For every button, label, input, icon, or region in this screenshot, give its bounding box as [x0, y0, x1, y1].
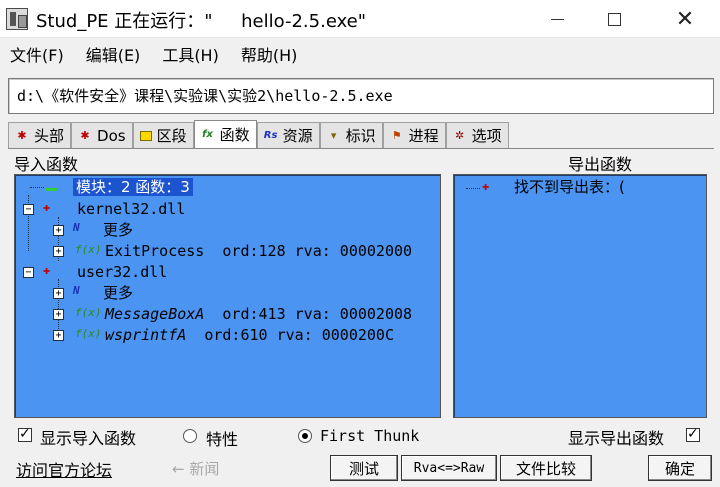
minimize-button[interactable]	[534, 0, 580, 38]
module-icon: ✚	[482, 179, 490, 193]
red-star-icon: ✱	[80, 128, 90, 142]
function-icon: f(x)	[75, 327, 102, 340]
title-bar: Stud_PE 正在运行：" hello-2.5.exe" ✕	[0, 0, 720, 38]
tab-divider	[8, 148, 714, 149]
options-row: 显示导入函数 特性 First Thunk 显示导出函数	[0, 424, 720, 449]
traits-radio[interactable]	[183, 429, 197, 443]
function-row[interactable]: MessageBoxA ord:413 rva: 00002008	[105, 304, 412, 324]
gear-icon: ✲	[455, 128, 465, 142]
tab-process[interactable]: ⚑ 进程	[382, 122, 446, 148]
pin-icon: ▾	[330, 128, 337, 142]
close-button[interactable]: ✕	[662, 0, 708, 38]
maximize-button[interactable]	[591, 0, 637, 38]
function-row[interactable]: wsprintfA ord:610 rva: 0000200C	[105, 325, 394, 345]
file-path-field[interactable]: d:\《软件安全》课程\实验课\实验2\hello-2.5.exe	[8, 78, 714, 114]
menu-bar: 文件(F) 编辑(E) 工具(H) 帮助(H)	[0, 38, 720, 70]
tree-line	[30, 187, 44, 188]
rva-raw-button[interactable]: Rva<=>Raw	[401, 455, 497, 481]
first-thunk-radio[interactable]	[298, 429, 312, 443]
tab-label: 区段	[156, 127, 187, 145]
export-item[interactable]: 找不到导出表：(	[514, 177, 625, 197]
minimize-icon	[550, 18, 564, 20]
tab-label: 进程	[408, 127, 439, 145]
tree-root-node[interactable]: ▬▬ 模块：2 函数：3	[45, 177, 193, 197]
function-rva: rva: 00002008	[294, 305, 413, 323]
maximize-icon	[607, 12, 621, 26]
tab-resources[interactable]: Rs 资源	[256, 122, 320, 148]
modules-icon: ▬▬	[45, 184, 58, 195]
traits-label: 特性	[206, 430, 239, 449]
more-icon: N	[73, 284, 80, 297]
tab-signature[interactable]: ▾ 标识	[319, 122, 383, 148]
function-ord: ord:413	[222, 305, 286, 323]
close-icon: ✕	[675, 6, 695, 32]
menu-edit[interactable]: 编辑(E)	[86, 42, 141, 66]
module-icon: ✚	[43, 200, 51, 214]
show-imports-checkbox[interactable]	[18, 426, 32, 442]
fx-icon: fx	[202, 128, 213, 140]
expand-toggle[interactable]: +	[53, 330, 64, 341]
function-rva: rva: 00002000	[294, 242, 413, 260]
function-ord: ord:128	[222, 242, 286, 260]
export-tree[interactable]: ✚ 找不到导出表：(	[453, 174, 707, 418]
show-exports-label: 显示导出函数	[568, 429, 665, 448]
root-label: 模块：2 函数：3	[73, 178, 193, 196]
import-tree[interactable]: ▬▬ 模块：2 函数：3 − ✚ kernel32.dll + N 更多 + f(…	[14, 174, 441, 418]
tab-label: 资源	[282, 127, 313, 145]
tab-header[interactable]: ✱ 头部	[8, 122, 72, 148]
function-ord: ord:610	[204, 326, 268, 344]
tab-label: 函数	[219, 126, 250, 144]
window-title: Stud_PE 正在运行：" hello-2.5.exe"	[36, 11, 367, 32]
module-icon: ✚	[43, 263, 51, 277]
function-icon: f(x)	[75, 306, 102, 319]
function-name: MessageBoxA	[105, 305, 205, 323]
function-name: ExitProcess	[105, 242, 205, 260]
module-kernel32[interactable]: kernel32.dll	[77, 199, 185, 219]
tab-functions[interactable]: fx 函数	[193, 120, 257, 148]
expand-toggle[interactable]: +	[53, 225, 64, 236]
flag-icon: ⚑	[391, 128, 402, 142]
expand-toggle[interactable]: +	[53, 288, 64, 299]
show-exports-checkbox[interactable]	[686, 426, 700, 442]
collapse-toggle[interactable]: −	[23, 204, 34, 215]
folder-icon	[139, 130, 152, 141]
tab-dos[interactable]: ✱ Dos	[71, 122, 133, 148]
menu-tools[interactable]: 工具(H)	[162, 42, 219, 66]
more-item[interactable]: 更多	[103, 283, 133, 303]
file-compare-button[interactable]: 文件比较	[500, 455, 592, 481]
module-user32[interactable]: user32.dll	[77, 262, 167, 282]
more-icon: N	[73, 221, 80, 234]
expand-toggle[interactable]: +	[53, 246, 64, 257]
tab-label: 标识	[345, 127, 376, 145]
rs-icon: Rs	[263, 129, 278, 141]
menu-help[interactable]: 帮助(H)	[241, 42, 298, 66]
ok-button[interactable]: 确定	[648, 455, 712, 481]
show-imports-label: 显示导入函数	[40, 429, 137, 448]
tab-sections[interactable]: 区段	[132, 122, 194, 148]
tab-strip: ✱ 头部 ✱ Dos 区段 fx 函数 Rs 资源 ▾ 标识 ⚑ 进程 ✲ 选项	[8, 120, 638, 148]
tab-label: Dos	[97, 126, 126, 145]
more-item[interactable]: 更多	[103, 220, 133, 240]
test-button[interactable]: 测试	[330, 455, 398, 481]
tab-options[interactable]: ✲ 选项	[445, 122, 509, 148]
bottom-bar: 访问官方论坛 ← 新闻 测试 Rva<=>Raw 文件比较 确定	[0, 452, 720, 487]
red-star-icon: ✱	[17, 128, 27, 142]
function-name: wsprintfA	[105, 326, 187, 344]
menu-file[interactable]: 文件(F)	[10, 42, 64, 66]
app-icon	[6, 8, 28, 30]
expand-toggle[interactable]: +	[53, 309, 64, 320]
forum-link[interactable]: 访问官方论坛	[16, 457, 112, 481]
tree-line	[466, 188, 480, 189]
function-icon: f(x)	[75, 243, 102, 256]
export-functions-label: 导出函数	[568, 155, 633, 174]
tab-label: 头部	[34, 127, 65, 145]
function-row[interactable]: ExitProcess ord:128 rva: 00002000	[105, 241, 412, 261]
function-rva: rva: 0000200C	[276, 326, 394, 344]
first-thunk-label: First Thunk	[320, 427, 420, 445]
collapse-toggle[interactable]: −	[23, 267, 34, 278]
news-back-link[interactable]: ← 新闻	[172, 458, 219, 479]
import-functions-label: 导入函数	[14, 155, 79, 174]
tab-label: 选项	[471, 127, 502, 145]
